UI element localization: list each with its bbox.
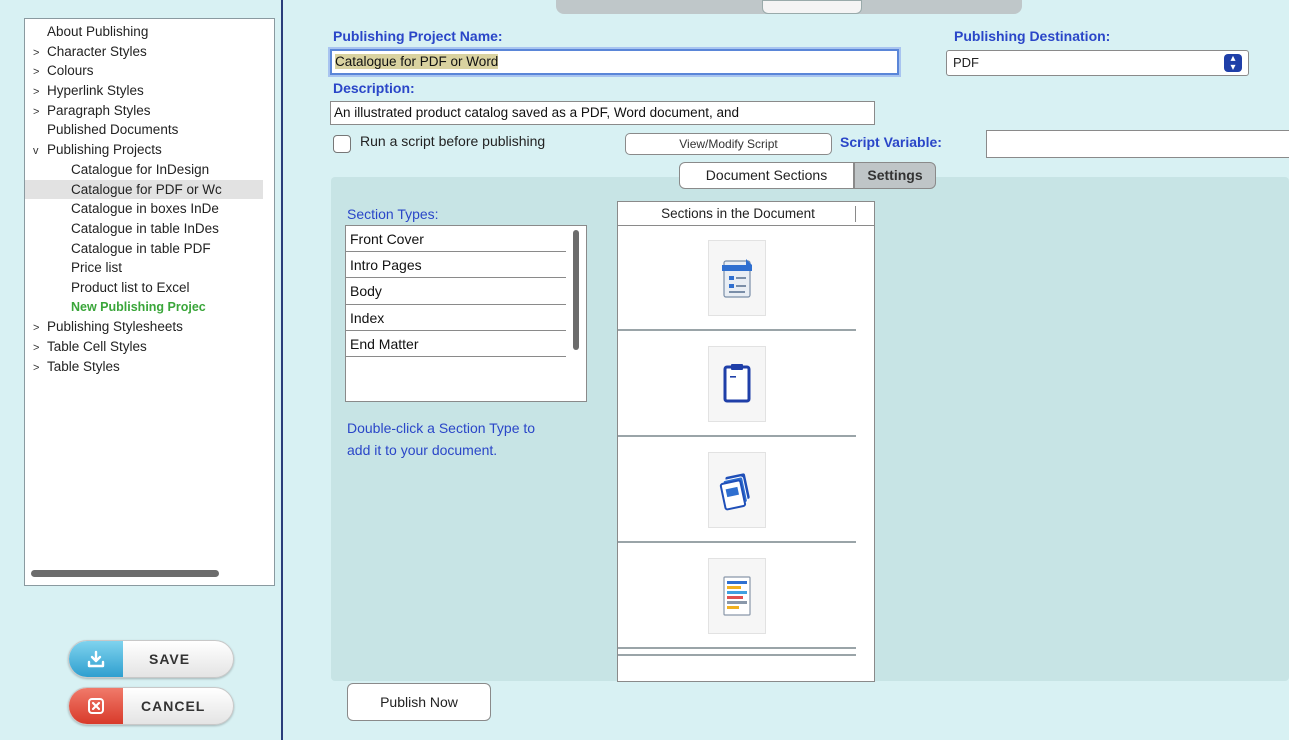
sidebar-item-label: Catalogue in table InDes <box>71 220 219 236</box>
sidebar-item-label: Table Styles <box>47 358 120 374</box>
top-toolbar-remnant <box>556 0 1022 14</box>
sidebar-item-label: New Publishing Projec <box>71 299 206 314</box>
clipboard-icon <box>708 345 766 422</box>
section-help-text: Double-click a Section Type to add it to… <box>347 420 536 458</box>
description-input[interactable]: An illustrated product catalog saved as … <box>330 101 875 125</box>
document-section-row[interactable] <box>618 544 856 649</box>
list-item[interactable]: End Matter <box>346 331 566 357</box>
document-sections-header: Sections in the Document <box>618 202 874 226</box>
save-icon <box>69 641 123 677</box>
description-label: Description: <box>333 80 415 96</box>
sidebar-tree-panel: About Publishing > Character Styles > Colo… <box>24 18 275 586</box>
destination-value: PDF <box>953 55 979 70</box>
window-edge <box>0 740 1293 744</box>
project-name-value: Catalogue for PDF or Word <box>335 54 499 69</box>
window-edge <box>1289 0 1293 744</box>
tab-document-sections[interactable]: Document Sections <box>679 162 854 189</box>
project-name-input[interactable]: Catalogue for PDF or Word <box>330 49 899 75</box>
sidebar-item-product-list-excel[interactable]: Product list to Excel <box>31 278 261 298</box>
sidebar-item-hyperlink-styles[interactable]: > Hyperlink Styles <box>31 81 261 101</box>
sidebar-item-label: Publishing Stylesheets <box>47 319 183 335</box>
sidebar-item-catalogue-table-indesign[interactable]: Catalogue in table InDes <box>31 219 261 239</box>
toolbar-segment[interactable] <box>762 0 862 14</box>
chevron-right-icon[interactable]: > <box>33 359 47 377</box>
document-section-row[interactable] <box>618 438 856 543</box>
sidebar-item-catalogue-table-pdf[interactable]: Catalogue in table PDF <box>31 239 261 259</box>
script-variable-label: Script Variable: <box>840 134 942 150</box>
section-types-list[interactable]: Front Cover Intro Pages Body Index End M… <box>345 225 587 402</box>
destination-label: Publishing Destination: <box>954 28 1111 44</box>
sidebar-item-price-list[interactable]: Price list <box>31 258 261 278</box>
sidebar-item-table-cell-styles[interactable]: > Table Cell Styles <box>31 337 261 357</box>
script-variable-input[interactable] <box>986 130 1293 158</box>
sidebar-item-label: Hyperlink Styles <box>47 83 144 99</box>
list-item[interactable]: Index <box>346 305 566 331</box>
sidebar-divider[interactable] <box>281 0 283 744</box>
sidebar-item-label: Catalogue for PDF or Wc <box>71 181 222 197</box>
sidebar-item-label: Publishing Projects <box>47 142 162 158</box>
document-section-row[interactable] <box>618 650 856 656</box>
sidebar-item-published-documents[interactable]: Published Documents <box>31 120 261 140</box>
sidebar-item-label: Catalogue for InDesign <box>71 161 210 177</box>
sidebar-tree: About Publishing > Character Styles > Colo… <box>25 22 263 377</box>
index-list-icon <box>708 557 766 634</box>
cancel-button-label: CANCEL <box>141 698 206 714</box>
sidebar-item-label: Paragraph Styles <box>47 102 151 118</box>
app-window: About Publishing > Character Styles > Colo… <box>0 0 1293 744</box>
chevron-right-icon[interactable]: > <box>33 319 47 337</box>
sidebar-item-label: Colours <box>47 63 94 79</box>
section-types-label: Section Types: <box>347 206 439 222</box>
project-name-label: Publishing Project Name: <box>333 28 503 44</box>
select-stepper-icon: ▴ ▾ <box>1224 54 1242 73</box>
chevron-right-icon[interactable]: > <box>33 63 47 81</box>
list-item[interactable]: Body <box>346 278 566 305</box>
sidebar-item-label: Table Cell Styles <box>47 339 147 354</box>
sidebar-item-table-styles[interactable]: > Table Styles <box>31 357 261 377</box>
chevron-down-icon[interactable]: v <box>33 142 47 160</box>
chevron-right-icon[interactable]: > <box>33 44 47 62</box>
save-button[interactable]: SAVE <box>68 640 234 678</box>
column-separator <box>855 206 856 222</box>
sidebar-item-label: Published Documents <box>47 122 179 138</box>
destination-select[interactable]: PDF ▴ ▾ <box>946 50 1249 76</box>
sidebar-item-new-publishing-project[interactable]: New Publishing Projec <box>31 298 261 318</box>
sidebar-item-catalogue-indesign[interactable]: Catalogue for InDesign <box>31 160 261 180</box>
sidebar-item-label: Product list to Excel <box>71 279 190 295</box>
publish-now-button[interactable]: Publish Now <box>347 683 491 721</box>
stacked-pages-icon <box>708 451 766 528</box>
sidebar-item-label: Character Styles <box>47 43 147 59</box>
sidebar-item-label: About Publishing <box>47 24 149 39</box>
chevron-right-icon[interactable]: > <box>33 339 47 357</box>
document-section-row[interactable] <box>618 226 856 331</box>
sidebar-item-character-styles[interactable]: > Character Styles <box>31 42 261 62</box>
sidebar-item-publishing-projects[interactable]: v Publishing Projects <box>31 140 261 160</box>
sidebar-item-publishing-stylesheets[interactable]: > Publishing Stylesheets <box>31 317 261 337</box>
document-section-row[interactable] <box>618 332 856 437</box>
save-button-label: SAVE <box>149 651 191 667</box>
vertical-scrollbar[interactable] <box>573 230 579 350</box>
list-item[interactable]: Intro Pages <box>346 252 566 279</box>
front-cover-icon <box>708 239 766 316</box>
horizontal-scrollbar[interactable] <box>31 570 219 577</box>
tab-settings[interactable]: Settings <box>854 162 936 189</box>
chevron-right-icon[interactable]: > <box>33 103 47 121</box>
run-script-label: Run a script before publishing <box>360 133 546 149</box>
document-sections-list[interactable]: Sections in the Document <box>617 201 875 682</box>
chevron-right-icon[interactable]: > <box>33 83 47 101</box>
document-sections-header-label: Sections in the Document <box>661 206 815 221</box>
sidebar-item-label: Catalogue in boxes InDe <box>71 201 219 217</box>
sidebar-item-label: Catalogue in table PDF <box>71 240 211 256</box>
sidebar-item-colours[interactable]: > Colours <box>31 61 261 81</box>
description-value: An illustrated product catalog saved as … <box>334 105 739 120</box>
run-script-checkbox[interactable] <box>333 135 351 153</box>
sidebar-item-label: Price list <box>71 260 123 276</box>
cancel-button[interactable]: CANCEL <box>68 687 234 725</box>
sidebar-item-catalogue-pdf-word[interactable]: Catalogue for PDF or Wc <box>25 179 263 200</box>
view-modify-script-button[interactable]: View/Modify Script <box>625 133 832 155</box>
cancel-icon <box>69 688 123 724</box>
sidebar-item-catalogue-boxes[interactable]: Catalogue in boxes InDe <box>31 199 261 219</box>
sidebar-item-about-publishing[interactable]: About Publishing <box>31 22 261 42</box>
sidebar-item-paragraph-styles[interactable]: > Paragraph Styles <box>31 101 261 121</box>
list-item[interactable]: Front Cover <box>346 226 566 253</box>
